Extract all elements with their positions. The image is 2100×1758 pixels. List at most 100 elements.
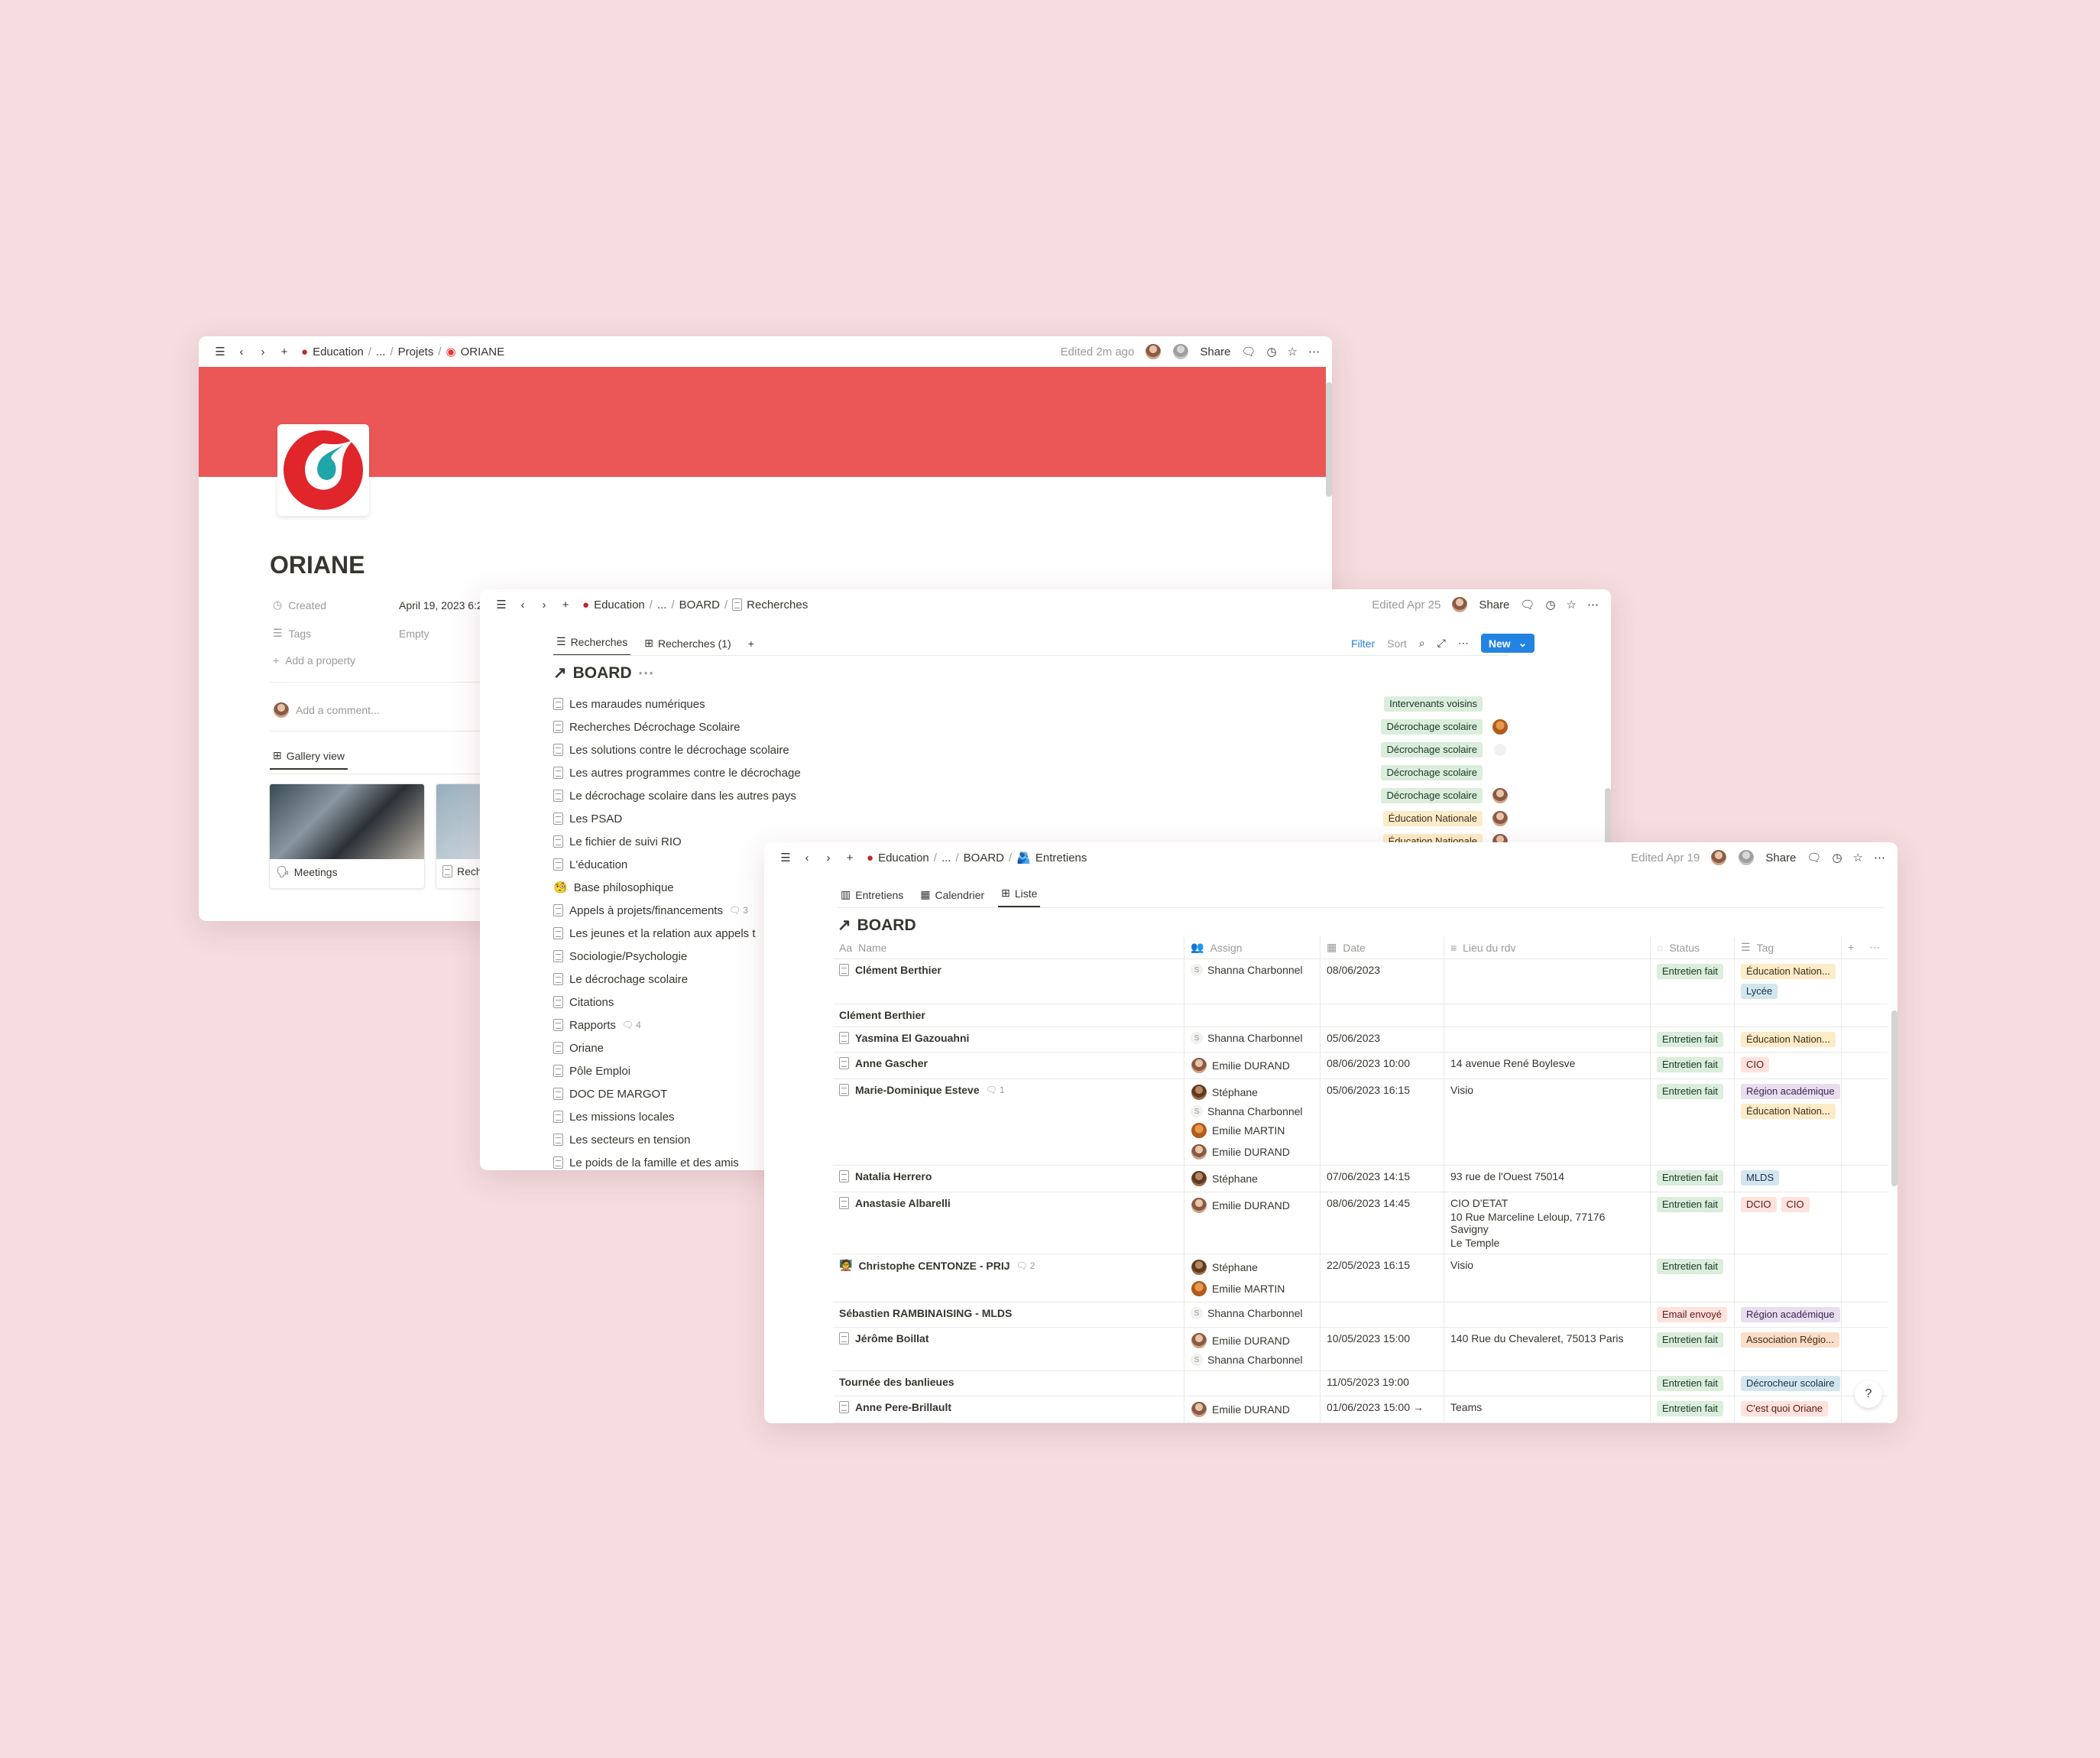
table-row[interactable]: Clément Berthier S Shanna Charbonnel 08/06/… [833, 959, 1888, 1004]
star-icon[interactable]: ☆ [1288, 345, 1298, 358]
more-icon[interactable]: ⋯ [1587, 598, 1599, 611]
star-icon[interactable]: ☆ [1567, 598, 1577, 611]
cell-name[interactable]: Jérôme Boillat [833, 1328, 1184, 1370]
table-row[interactable]: Yasmina El Gazouahni S Shanna Charbonnel 05… [833, 1027, 1888, 1053]
menu-icon[interactable]: ☰ [211, 342, 229, 361]
cell-lieu[interactable]: CIO D'ETAT 10 Rue Marceline Leloup, 77176… [1444, 1192, 1651, 1254]
cell-assign[interactable]: Stéphane S Shanna Charbonnel Emilie MARTIN E… [1184, 1079, 1321, 1165]
cell-lieu[interactable]: Visio [1444, 1079, 1651, 1165]
breadcrumb-item[interactable]: Entretiens [1035, 851, 1087, 864]
cell-tag[interactable]: Région académique Éducation Nation... [1735, 1079, 1842, 1165]
cell-assign[interactable]: S Shanna Charbonnel [1184, 1302, 1321, 1327]
history-clock-icon[interactable]: ◷ [1832, 851, 1842, 864]
cell-assign[interactable]: Emilie DURAND [1184, 1192, 1321, 1254]
page-title[interactable]: ORIANE [270, 551, 365, 579]
share-button[interactable]: Share [1479, 598, 1509, 611]
cell-lieu[interactable]: Visio [1444, 1254, 1651, 1302]
history-clock-icon[interactable]: ◷ [1545, 598, 1555, 611]
more-icon[interactable]: ⋯ [1869, 941, 1880, 954]
cell-status[interactable]: Entretien fait [1651, 1192, 1735, 1254]
scrollbar[interactable] [1891, 1010, 1897, 1186]
add-column-icon[interactable]: + [1848, 941, 1854, 954]
more-icon[interactable]: ⋯ [1874, 851, 1885, 864]
cell-lieu[interactable]: 93 rue de l'Ouest 75014 [1444, 1166, 1651, 1192]
page-icon-logo[interactable] [277, 424, 369, 516]
cell-date[interactable]: 05/06/2023 [1321, 1027, 1444, 1052]
tab-liste[interactable]: ⊞ Liste [998, 887, 1041, 907]
cell-date[interactable]: 08/06/2023 [1321, 959, 1444, 1004]
table-row[interactable]: Sébastien RAMBINAISING - MLDS S Shanna Cha… [833, 1302, 1888, 1328]
cell-date[interactable] [1321, 1004, 1444, 1027]
cell-lieu[interactable] [1444, 1027, 1651, 1052]
cell-lieu[interactable] [1444, 1371, 1651, 1396]
tab-recherches-1[interactable]: ⊞ Recherches (1) [641, 637, 734, 656]
list-item[interactable]: Recherches Décrochage Scolaire Décrochage… [553, 715, 1509, 738]
cell-tag[interactable]: CIO [1735, 1053, 1842, 1078]
avatar[interactable] [1710, 849, 1728, 866]
cell-assign[interactable]: Stéphane Emilie MARTIN [1184, 1254, 1321, 1302]
cell-name[interactable]: Yasmina El Gazouahni [833, 1027, 1184, 1052]
comment-icon[interactable]: 🗨 [1807, 851, 1821, 864]
comment-input[interactable]: Add a comment... [273, 702, 380, 718]
star-icon[interactable]: ☆ [1853, 851, 1863, 864]
cell-tag[interactable]: Association Régio... [1735, 1328, 1842, 1370]
database-title[interactable]: ↗ BOARD ⋯ [553, 663, 654, 683]
more-icon[interactable]: ⋯ [1308, 345, 1320, 358]
cell-tag[interactable]: MLDS [1735, 1166, 1842, 1192]
table-row[interactable]: Marie-Dominique Esteve 🗨 1 Stéphane S Shanna… [833, 1079, 1888, 1166]
cell-date[interactable]: 05/06/2023 16:15 [1321, 1079, 1444, 1165]
cell-tag[interactable] [1735, 1004, 1842, 1027]
cell-status[interactable]: Entretien fait [1651, 1166, 1735, 1192]
table-row[interactable]: Jérôme Boillat Emilie DURAND S Shanna Charb… [833, 1328, 1888, 1371]
forward-arrow-icon[interactable]: › [254, 342, 272, 361]
more-icon[interactable]: ⋯ [1458, 637, 1469, 650]
breadcrumb-item[interactable]: Recherches [747, 598, 808, 611]
cell-tag[interactable] [1735, 1254, 1842, 1302]
property-tags[interactable]: ☰ Tags Empty [273, 627, 429, 640]
column-header-assign[interactable]: 👥 Assign [1184, 936, 1321, 958]
add-view-button[interactable]: + [745, 637, 757, 656]
comment-icon[interactable]: 🗨 [1241, 345, 1256, 358]
share-button[interactable]: Share [1765, 851, 1796, 864]
cell-name[interactable]: Anne Gascher [833, 1053, 1184, 1078]
menu-icon[interactable]: ☰ [492, 595, 510, 614]
cell-assign[interactable]: S Shanna Charbonnel [1184, 959, 1321, 1004]
cell-name[interactable]: Anne Pere-Brillault [833, 1396, 1184, 1422]
column-header-name[interactable]: Aa Name [833, 936, 1184, 958]
table-row[interactable]: Anne Pere-Brillault Emilie DURAND 01/06/20… [833, 1396, 1888, 1423]
breadcrumb-item[interactable]: ... [376, 345, 386, 358]
cell-lieu[interactable]: 140 Rue du Chevaleret, 75013 Paris [1444, 1328, 1651, 1370]
tab-entretiens[interactable]: ▥ Entretiens [838, 888, 906, 907]
avatar[interactable] [1145, 343, 1162, 360]
cell-assign[interactable]: Stéphane [1184, 1166, 1321, 1192]
breadcrumb-item[interactable]: BOARD [964, 851, 1004, 864]
breadcrumb-item[interactable]: ... [941, 851, 951, 864]
forward-arrow-icon[interactable]: › [535, 595, 553, 614]
column-header-date[interactable]: ▦ Date [1321, 936, 1444, 958]
help-button[interactable]: ? [1855, 1380, 1882, 1408]
comment-icon[interactable]: 🗨 [1520, 598, 1534, 611]
cell-date[interactable] [1321, 1302, 1444, 1327]
cell-lieu[interactable]: Teams [1444, 1396, 1651, 1422]
cell-name[interactable]: Sébastien RAMBINAISING - MLDS [833, 1302, 1184, 1327]
cell-lieu[interactable]: 14 avenue René Boylesve [1444, 1053, 1651, 1078]
add-property-button[interactable]: + Add a property [273, 654, 355, 667]
cell-status[interactable]: Entretien fait [1651, 1079, 1735, 1165]
column-header-lieu[interactable]: ≡ Lieu du rdv [1444, 936, 1651, 958]
cell-tag[interactable]: Éducation Nation... [1735, 1027, 1842, 1052]
cell-date[interactable]: 01/06/2023 15:00 → [1321, 1396, 1444, 1422]
scrollbar[interactable] [1326, 382, 1332, 497]
cell-assign[interactable]: Emilie DURAND [1184, 1396, 1321, 1422]
expand-icon[interactable]: ⤢ [1437, 637, 1446, 650]
filter-button[interactable]: Filter [1351, 637, 1375, 650]
avatar[interactable] [1451, 596, 1469, 613]
tab-recherches[interactable]: ☰ Recherches [553, 635, 631, 656]
column-header-tag[interactable]: ☰ Tag [1735, 936, 1842, 958]
cell-lieu[interactable] [1444, 1004, 1651, 1027]
list-item[interactable]: Le décrochage scolaire dans les autres p… [553, 784, 1509, 807]
table-row[interactable]: Anne Gascher Emilie DURAND 08/06/2023 10:0… [833, 1053, 1888, 1079]
plus-icon[interactable]: + [275, 342, 293, 361]
cell-tag[interactable]: C'est quoi Oriane [1735, 1396, 1842, 1422]
cell-status[interactable]: Entretien fait [1651, 1396, 1735, 1422]
list-item[interactable]: Les PSAD Éducation Nationale [553, 807, 1509, 830]
